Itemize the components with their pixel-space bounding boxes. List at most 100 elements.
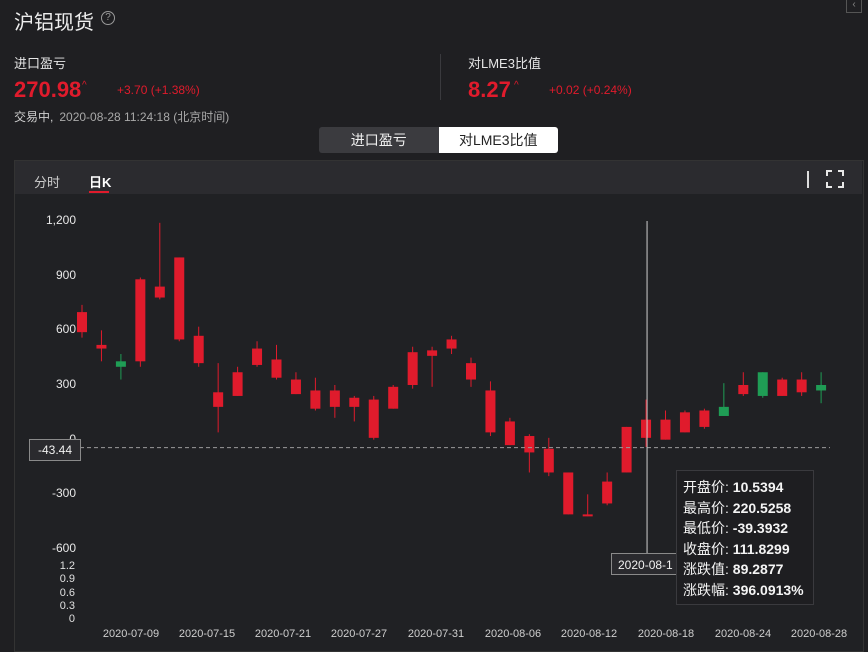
candle-body — [154, 286, 165, 298]
candle-body — [738, 385, 749, 395]
candle-body — [796, 379, 807, 393]
volume-tick-label: 1.2 — [59, 560, 75, 572]
candle[interactable] — [738, 372, 749, 396]
tooltip-change: 涨跌值: 89.2877 — [683, 561, 784, 577]
candle[interactable] — [252, 341, 263, 367]
candle-body — [193, 335, 204, 364]
volume-tick-label: 0.9 — [59, 573, 75, 586]
x-tick-label: 2020-08-28 — [790, 628, 848, 640]
y-tick-label: 900 — [55, 267, 76, 282]
candle[interactable] — [543, 437, 554, 477]
y-tick-label: -600 — [51, 541, 76, 555]
candle[interactable] — [329, 385, 340, 418]
candle[interactable] — [621, 426, 632, 473]
candle-body — [660, 419, 671, 440]
candle-body — [427, 350, 438, 356]
candle-body — [485, 390, 496, 433]
x-tick-label: 2020-07-21 — [254, 628, 312, 640]
x-tick-label: 2020-08-24 — [714, 628, 772, 640]
candle-body — [77, 312, 87, 333]
candle-body — [582, 514, 593, 517]
candle[interactable] — [368, 395, 379, 440]
candle[interactable] — [407, 346, 418, 389]
candle-body — [679, 412, 690, 433]
x-tick-label: 2020-08-06 — [484, 628, 542, 640]
candle-body — [310, 390, 321, 409]
tooltip-low: 最低价: -39.3932 — [683, 520, 789, 536]
x-tick-label: 2020-07-27 — [330, 628, 388, 640]
candle[interactable] — [232, 366, 243, 396]
candle-body — [232, 372, 243, 396]
candle-body — [407, 352, 418, 385]
candle[interactable] — [213, 363, 224, 433]
candle-body — [543, 448, 554, 473]
candle[interactable] — [718, 383, 729, 416]
x-tick-label: 2020-08-12 — [560, 628, 618, 640]
y-tick-label: -300 — [51, 486, 76, 501]
candle-body — [718, 406, 729, 416]
volume-tick-label: 0.3 — [59, 599, 75, 612]
candle[interactable] — [135, 277, 146, 367]
candle[interactable] — [796, 372, 807, 396]
tooltip-close: 收盘价: 111.8299 — [683, 540, 790, 557]
candle-body — [135, 279, 146, 362]
candle[interactable] — [446, 335, 457, 355]
candle-tooltip: 开盘价: 10.5394 最高价: 220.5258 最低价: -39.3932… — [676, 470, 814, 605]
candle-body — [174, 257, 185, 340]
candle[interactable] — [271, 344, 282, 380]
y-tick-label: 1,200 — [45, 213, 76, 227]
candle[interactable] — [388, 385, 399, 409]
candle[interactable] — [193, 326, 204, 367]
candle[interactable] — [154, 222, 165, 300]
candle[interactable] — [290, 372, 301, 395]
candle[interactable] — [77, 304, 87, 338]
candle[interactable] — [582, 494, 593, 517]
candle-body — [757, 372, 768, 396]
x-tick-label: 2020-08-18 — [637, 628, 695, 640]
candle[interactable] — [679, 410, 690, 433]
candle[interactable] — [349, 395, 360, 422]
candle[interactable] — [660, 410, 671, 440]
crosshair-value-label: -43.44 — [29, 439, 81, 461]
candle-body — [388, 386, 399, 409]
candle[interactable] — [816, 372, 827, 404]
candle[interactable] — [699, 408, 710, 429]
tooltip-high: 最高价: 220.5258 — [683, 499, 792, 516]
y-tick-label: 300 — [55, 377, 76, 391]
tooltip-change-pct: 涨跌幅: 396.0913% — [683, 581, 804, 598]
candle[interactable] — [602, 472, 613, 506]
candle[interactable] — [174, 257, 185, 342]
candle-body — [641, 419, 652, 438]
candle[interactable] — [504, 417, 515, 446]
candle-body — [816, 385, 827, 391]
x-tick-label: 2020-07-15 — [178, 628, 236, 640]
candle-body — [777, 379, 788, 396]
candle-body — [96, 344, 107, 349]
candle-body — [329, 390, 340, 407]
candle-body — [621, 426, 632, 473]
candle-body — [504, 421, 515, 446]
candle-body — [446, 339, 457, 349]
candle[interactable] — [485, 381, 496, 437]
candle[interactable] — [777, 377, 788, 396]
candle[interactable] — [427, 346, 438, 387]
candle[interactable] — [466, 357, 476, 387]
candle[interactable] — [563, 472, 574, 515]
candle-body — [699, 410, 710, 427]
tooltip-open: 开盘价: 10.5394 — [683, 479, 784, 495]
candle[interactable] — [757, 372, 768, 398]
volume-tick-label: 0 — [68, 613, 75, 626]
candle[interactable] — [310, 377, 321, 411]
candle[interactable] — [115, 354, 126, 380]
crosshair-date-label: 2020-08-1 — [611, 553, 677, 575]
candle-body — [466, 363, 476, 380]
candle-body — [115, 361, 126, 367]
candle-body — [252, 348, 263, 365]
candle-body — [602, 481, 613, 504]
volume-tick-label: 0.6 — [59, 586, 75, 599]
candle[interactable] — [524, 434, 535, 473]
x-tick-label: 2020-07-09 — [102, 628, 160, 640]
candle-body — [290, 379, 301, 395]
candle[interactable] — [641, 399, 652, 447]
candle[interactable] — [96, 330, 107, 362]
